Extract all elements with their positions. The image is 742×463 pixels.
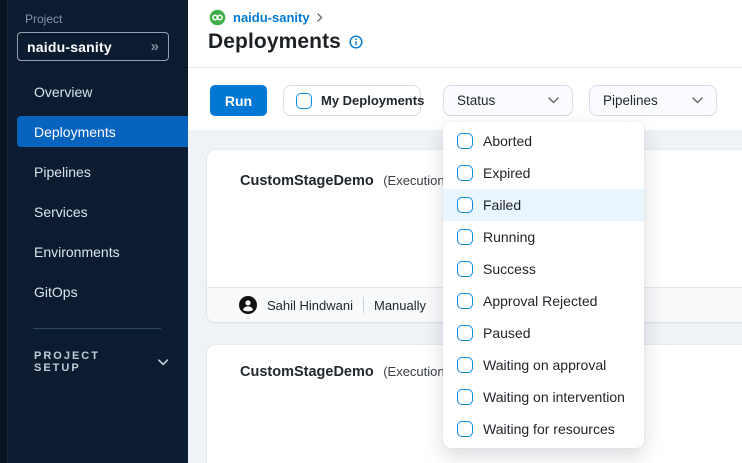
my-deployments-toggle[interactable]: My Deployments: [283, 85, 421, 116]
status-option-label: Waiting on intervention: [483, 389, 625, 405]
sidebar-item-services[interactable]: Services: [0, 192, 188, 232]
status-filter-menu: Aborted Expired Failed Running Success A…: [443, 122, 644, 448]
status-option-label: Paused: [483, 325, 530, 341]
checkbox[interactable]: [457, 229, 473, 245]
status-option-label: Waiting for resources: [483, 421, 615, 437]
toolbar: Run My Deployments Status Pipelines: [188, 69, 742, 130]
page-title-row: Deployments: [208, 30, 363, 54]
status-option-paused[interactable]: Paused: [443, 317, 644, 349]
project-name: naidu-sanity: [27, 39, 151, 55]
pipelines-filter-dropdown[interactable]: Pipelines: [589, 85, 717, 116]
status-option-label: Approval Rejected: [483, 293, 597, 309]
checkbox[interactable]: [457, 261, 473, 277]
triggered-by-user: Sahil Hindwani: [267, 298, 353, 313]
status-option-running[interactable]: Running: [443, 221, 644, 253]
avatar: [239, 296, 257, 314]
page-title: Deployments: [208, 30, 341, 54]
sidebar-nav: Overview Deployments Pipelines Services …: [0, 72, 188, 312]
status-option-success[interactable]: Success: [443, 253, 644, 285]
breadcrumb-project-link[interactable]: naidu-sanity: [233, 10, 310, 25]
status-option-waiting-for-resources[interactable]: Waiting for resources: [443, 413, 644, 445]
checkbox[interactable]: [457, 165, 473, 181]
page-header: naidu-sanity Deployments: [188, 0, 742, 68]
status-option-aborted[interactable]: Aborted: [443, 125, 644, 157]
run-button[interactable]: Run: [210, 85, 267, 116]
project-picker[interactable]: naidu-sanity »: [17, 32, 169, 61]
status-option-waiting-on-approval[interactable]: Waiting on approval: [443, 349, 644, 381]
checkbox[interactable]: [457, 325, 473, 341]
status-option-label: Success: [483, 261, 536, 277]
status-option-approval-rejected[interactable]: Approval Rejected: [443, 285, 644, 317]
cd-module-icon: [209, 9, 226, 26]
status-option-label: Failed: [483, 197, 521, 213]
status-filter-label: Status: [457, 93, 495, 108]
status-filter-dropdown[interactable]: Status: [443, 85, 573, 116]
project-setup-label: PROJECT SETUP: [34, 350, 144, 374]
my-deployments-label: My Deployments: [321, 93, 424, 108]
chevron-right-icon: [317, 13, 323, 22]
status-option-failed[interactable]: Failed: [443, 189, 644, 221]
project-setup-toggle[interactable]: PROJECT SETUP: [34, 350, 168, 374]
app-window: Project naidu-sanity » Overview Deployme…: [0, 0, 742, 463]
my-deployments-checkbox[interactable]: [296, 93, 312, 109]
checkbox[interactable]: [457, 293, 473, 309]
checkbox[interactable]: [457, 389, 473, 405]
pipeline-name[interactable]: CustomStageDemo: [240, 364, 374, 380]
status-option-label: Running: [483, 229, 535, 245]
pipeline-name[interactable]: CustomStageDemo: [240, 173, 374, 189]
info-icon[interactable]: [349, 35, 363, 49]
project-label: Project: [25, 12, 62, 26]
chevron-down-icon: [548, 97, 559, 104]
pipelines-filter-label: Pipelines: [603, 93, 658, 108]
sidebar-item-deployments[interactable]: Deployments: [17, 116, 188, 147]
status-option-label: Aborted: [483, 133, 532, 149]
sidebar-item-gitops[interactable]: GitOps: [0, 272, 188, 312]
footer-divider: [363, 297, 364, 313]
checkbox[interactable]: [457, 421, 473, 437]
chevron-down-icon: [692, 97, 703, 104]
double-chevron-right-icon[interactable]: »: [151, 39, 159, 54]
sidebar-item-pipelines[interactable]: Pipelines: [0, 152, 188, 192]
status-option-expired[interactable]: Expired: [443, 157, 644, 189]
checkbox[interactable]: [457, 133, 473, 149]
breadcrumb: naidu-sanity: [209, 9, 323, 26]
trigger-type: Manually: [374, 298, 426, 313]
status-option-label: Waiting on approval: [483, 357, 606, 373]
status-option-waiting-on-intervention[interactable]: Waiting on intervention: [443, 381, 644, 413]
sidebar: Project naidu-sanity » Overview Deployme…: [0, 0, 188, 463]
sidebar-item-environments[interactable]: Environments: [0, 232, 188, 272]
checkbox[interactable]: [457, 197, 473, 213]
sidebar-item-overview[interactable]: Overview: [0, 72, 188, 112]
sidebar-divider: [33, 328, 161, 329]
chevron-down-icon: [158, 359, 168, 366]
checkbox[interactable]: [457, 357, 473, 373]
status-option-label: Expired: [483, 165, 530, 181]
